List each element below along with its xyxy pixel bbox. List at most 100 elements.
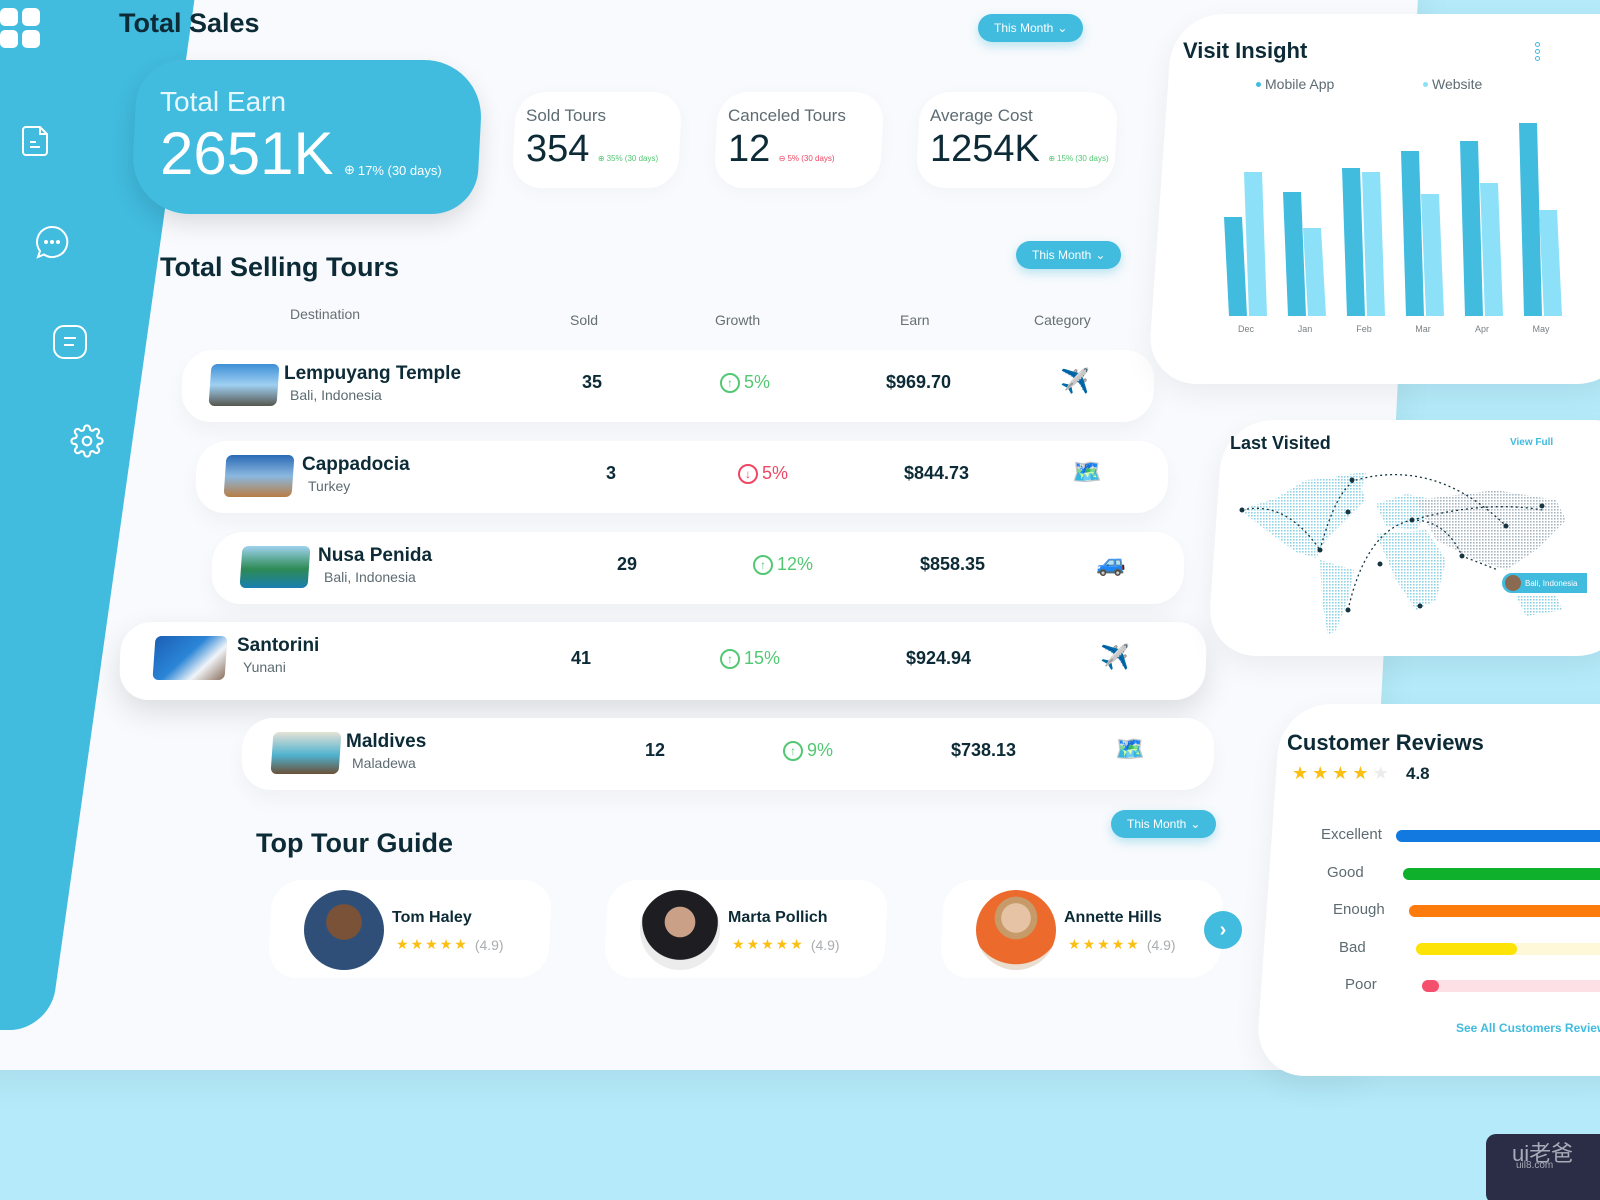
review-bar-fill xyxy=(1422,980,1440,992)
view-full-link[interactable]: View Full xyxy=(1510,437,1553,448)
category-flight-icon: ✈️ xyxy=(1100,644,1130,671)
destination-location: Yunani xyxy=(243,659,286,675)
visit-insight-title: Visit Insight xyxy=(1183,38,1308,63)
document-icon[interactable] xyxy=(20,124,52,158)
review-bar-fill xyxy=(1409,905,1600,917)
guide-name: Tom Haley xyxy=(392,909,472,926)
star-icon: ★ xyxy=(425,936,438,952)
column-header-category[interactable]: Category xyxy=(1034,312,1091,328)
stat-value: 354 xyxy=(526,128,590,170)
guide-avatar xyxy=(640,890,720,970)
review-label: Enough xyxy=(1333,901,1385,918)
review-bar-bad xyxy=(1415,942,1600,955)
star-icon: ★ xyxy=(775,936,789,952)
star-icon: ★ xyxy=(1292,763,1309,783)
dashboard: Total Sales This Month ⌄ Total Earn 2651… xyxy=(0,0,1600,1200)
growth-value: ↑ 5% xyxy=(720,372,770,393)
category-map-icon: 🗺️ xyxy=(1115,736,1145,763)
destination-name: Santorini xyxy=(237,635,320,656)
x-tick-label: Jan xyxy=(1298,324,1313,334)
bar-website-may[interactable] xyxy=(1539,210,1562,316)
column-header-earn[interactable]: Earn xyxy=(900,312,930,328)
map-point xyxy=(1345,509,1351,515)
stat-delta-text: 35% (30 days) xyxy=(606,154,659,163)
stat-delta-text: 5% (30 days) xyxy=(787,154,835,163)
bar-website-jan[interactable] xyxy=(1303,228,1326,316)
x-tick-label: May xyxy=(1532,324,1550,334)
review-bar-excellent xyxy=(1396,830,1600,842)
bar-website-mar[interactable] xyxy=(1421,194,1444,316)
growth-percent: 5% xyxy=(744,372,771,392)
column-header-growth[interactable]: Growth xyxy=(715,312,760,328)
stat-label: Sold Tours xyxy=(526,106,607,125)
destination-name: Maldives xyxy=(346,731,427,752)
bar-mobile-app-dec[interactable] xyxy=(1224,217,1247,316)
star-icon: ★ xyxy=(1068,936,1081,952)
total-earn-value: 2651K xyxy=(160,120,334,187)
earn-amount: $738.13 xyxy=(951,740,1017,760)
customer-reviews-title: Customer Reviews xyxy=(1287,730,1484,755)
star-icon: ★ xyxy=(1126,936,1139,952)
bar-mobile-app-may[interactable] xyxy=(1519,123,1542,316)
growth-value: ↑ 9% xyxy=(783,740,833,761)
chat-icon[interactable] xyxy=(34,224,70,260)
map-point xyxy=(1239,507,1245,513)
more-options-icon[interactable] xyxy=(1535,42,1540,61)
message-icon[interactable] xyxy=(52,324,88,360)
stat-sold: Sold Tours 354 ⊕ 35% (30 days) xyxy=(526,106,658,171)
growth-percent: 15% xyxy=(744,648,781,668)
review-label: Bad xyxy=(1339,938,1366,956)
location-thumbnail xyxy=(1505,575,1521,591)
chevron-down-icon: ⌄ xyxy=(1095,248,1106,262)
bar-website-dec[interactable] xyxy=(1244,172,1267,316)
bar-mobile-app-feb[interactable] xyxy=(1342,168,1365,316)
location-pin-bali[interactable]: Bali, Indonesia xyxy=(1500,571,1590,595)
next-guides-button[interactable]: › xyxy=(1204,911,1242,949)
destination-info: Cappadocia Turkey xyxy=(302,454,410,494)
stat-label: Average Cost xyxy=(930,106,1033,125)
see-all-reviews-link[interactable]: See All Customers Reviews xyxy=(1456,1021,1600,1035)
stat-delta-text: 15% (30 days) xyxy=(1057,154,1109,163)
stat-delta: ⊕ 35% (30 days) xyxy=(598,154,658,163)
category-map-icon: 🗺️ xyxy=(1072,459,1102,486)
stat-value: 1254K xyxy=(930,128,1040,170)
map-point xyxy=(1539,503,1545,509)
column-header-sold[interactable]: Sold xyxy=(570,312,598,328)
guide-rating: ★ ★ ★ ★ ★ (4.9) xyxy=(1068,936,1176,953)
stat-canceled: Canceled Tours 12 ⊖ 5% (30 days) xyxy=(728,106,846,171)
bar-mobile-app-jan[interactable] xyxy=(1283,192,1306,316)
legend-label: Website xyxy=(1432,76,1483,92)
destination-thumbnail xyxy=(270,732,342,774)
map-point xyxy=(1349,477,1355,483)
bar-website-feb[interactable] xyxy=(1362,172,1385,316)
map-point xyxy=(1417,603,1423,609)
star-icon: ★ xyxy=(1332,763,1349,783)
app-logo-icon[interactable] xyxy=(0,8,40,48)
destination-location: Maladewa xyxy=(352,755,416,771)
star-icon: ★ xyxy=(1082,936,1096,952)
guides-period-dropdown[interactable]: This Month ⌄ xyxy=(1111,810,1217,838)
x-tick-label: Dec xyxy=(1238,324,1255,334)
guide-rating-value: (4.9) xyxy=(474,936,504,953)
review-bar-poor xyxy=(1422,980,1600,992)
destination-thumbnail xyxy=(223,455,295,497)
destination-name: Nusa Penida xyxy=(318,545,433,566)
guides-period-label: This Month xyxy=(1127,817,1187,831)
sales-period-dropdown[interactable]: This Month ⌄ xyxy=(978,14,1084,42)
destination-name: Lempuyang Temple xyxy=(284,363,462,384)
arrow-up-circle-icon: ⊕ xyxy=(597,154,605,163)
bar-mobile-app-apr[interactable] xyxy=(1460,141,1483,316)
tours-period-dropdown[interactable]: This Month ⌄ xyxy=(1016,241,1122,269)
tours-period-label: This Month xyxy=(1032,248,1092,262)
sales-period-label: This Month xyxy=(994,21,1054,35)
bar-website-apr[interactable] xyxy=(1480,183,1503,316)
total-earn-delta: ⊕ 17% (30 days) xyxy=(344,162,442,178)
watermark-url: uil8.com xyxy=(1516,1160,1554,1171)
gear-icon[interactable] xyxy=(70,424,104,458)
column-header-destination[interactable]: Destination xyxy=(290,306,360,322)
destination-location: Turkey xyxy=(308,478,351,494)
bar-mobile-app-mar[interactable] xyxy=(1401,151,1424,316)
destination-location: Bali, Indonesia xyxy=(324,569,416,585)
map-africa xyxy=(1376,530,1446,610)
world-map[interactable] xyxy=(1236,470,1600,640)
